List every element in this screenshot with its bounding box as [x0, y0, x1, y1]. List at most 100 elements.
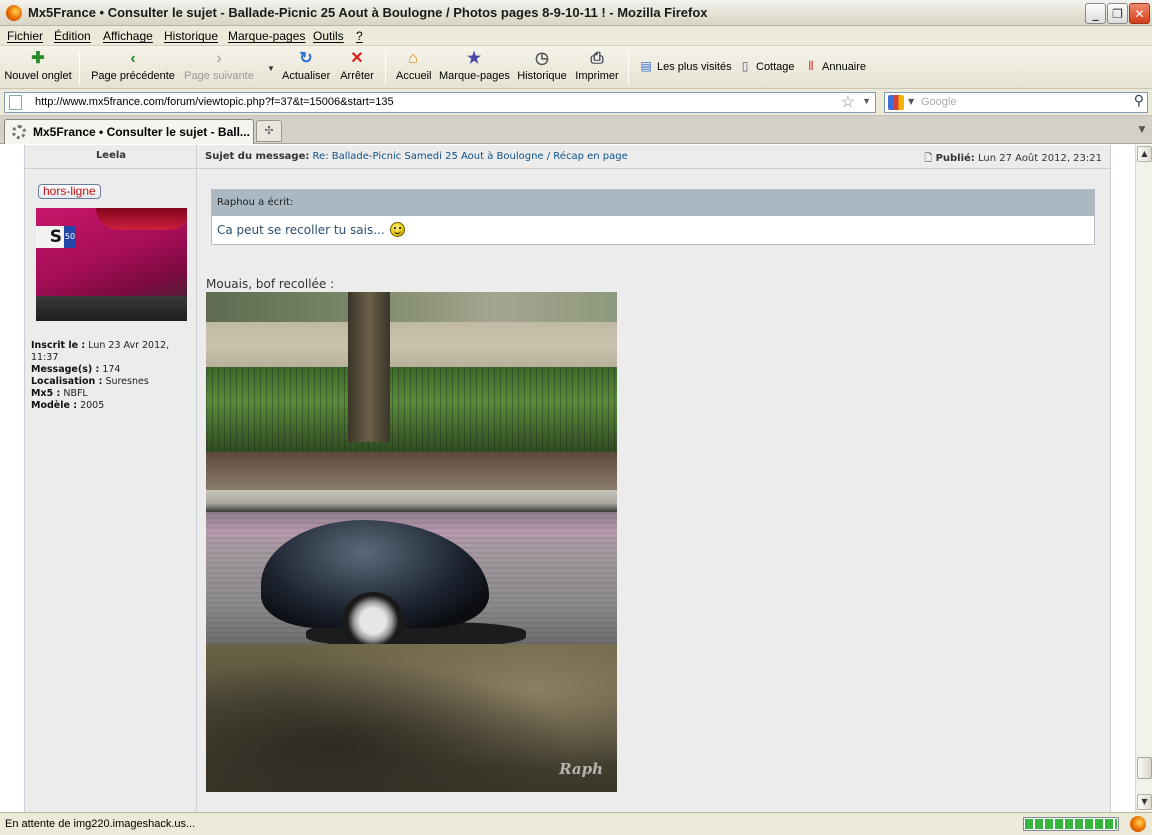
profile-location: Localisation : Suresnes — [31, 376, 149, 387]
forum-post: Leela hors-ligne S 50 Inscrit le : Lun 2… — [24, 145, 1111, 812]
avatar-plate-number: 50 — [64, 226, 76, 248]
quote-body: Ca peut se recoller tu sais... — [212, 216, 1094, 243]
page-content: Leela hors-ligne S 50 Inscrit le : Lun 2… — [0, 145, 1135, 812]
bookmarks-button[interactable]: ★ Marque-pages — [439, 50, 510, 86]
menu-help[interactable]: ? — [356, 29, 363, 43]
published-label: Publié: — [935, 153, 975, 164]
post-body-text: Mouais, bof recollée : — [206, 277, 335, 291]
home-button[interactable]: ⌂ Accueil — [396, 50, 432, 86]
subject-label: Sujet du message: — [205, 151, 310, 162]
new-tab-button[interactable]: ✚ Nouvel onglet — [4, 50, 72, 86]
post-date: 🗋 Publié: Lun 27 Août 2012, 23:21 — [924, 151, 1102, 168]
post-author-name[interactable]: Leela — [25, 145, 197, 169]
profile-mx5: Mx5 : NBFL — [31, 388, 88, 399]
quote-text: Ca peut se recoller tu sais... — [217, 222, 385, 237]
reload-icon: ↻ — [299, 50, 313, 67]
tab-mx5france[interactable]: Mx5France • Consulter le sujet - Ball... — [4, 119, 254, 144]
tab-list-dropdown-icon[interactable]: ▼ — [1135, 121, 1149, 139]
avatar-plate: S — [36, 226, 64, 248]
navigation-toolbar: ✚ Nouvel onglet ‹ Page précédente › Page… — [0, 46, 1152, 89]
post-photo[interactable]: Raph — [206, 292, 617, 792]
photo-trees — [206, 292, 617, 322]
firefox-icon — [6, 5, 22, 21]
most-visited-icon: ▤ — [640, 59, 652, 73]
post-page-icon[interactable]: 🗋 — [924, 153, 932, 164]
printer-icon: ⎙ — [590, 50, 604, 67]
post-header: Sujet du message: Re: Ballade-Picnic Sam… — [197, 145, 1110, 169]
url-dropdown-icon[interactable]: ▼ — [862, 96, 871, 106]
address-bar-row: http://www.mx5france.com/forum/viewtopic… — [0, 89, 1152, 116]
avatar-bumper — [36, 296, 187, 321]
published-date: Lun 27 Août 2012, 23:21 — [978, 153, 1102, 164]
photo-watermark: Raph — [559, 760, 603, 778]
scroll-down-icon[interactable]: ▼ — [1137, 794, 1152, 810]
bookmark-most-visited[interactable]: ▤ Les plus visités — [639, 59, 731, 74]
avatar: S 50 — [36, 208, 187, 321]
photo-field — [206, 322, 617, 370]
menu-affichage[interactable]: Affichage — [103, 29, 153, 43]
tab-label: Mx5France • Consulter le sujet - Ball... — [33, 125, 250, 139]
subject-link[interactable]: Re: Ballade-Picnic Samedi 25 Aout à Boul… — [313, 151, 628, 162]
stop-button[interactable]: ✕ Arrêter — [339, 50, 375, 86]
post-subject: Sujet du message: Re: Ballade-Picnic Sam… — [205, 151, 628, 162]
stop-icon: ✕ — [350, 50, 364, 67]
history-label: Historique — [517, 70, 567, 82]
reload-label: Actualiser — [282, 70, 331, 82]
menu-outils[interactable]: Outils — [313, 29, 344, 43]
back-arrow-icon: ‹ — [130, 50, 136, 67]
google-icon[interactable] — [888, 95, 904, 110]
search-icon[interactable]: ⚲ — [1134, 93, 1144, 109]
photo-dirt — [206, 452, 617, 490]
menu-fichier[interactable]: Fichier — [7, 29, 43, 43]
search-field[interactable]: ▼ Google ⚲ — [884, 92, 1148, 113]
bookmark-annuaire[interactable]: ⫴ Annuaire — [804, 59, 866, 74]
url-field[interactable]: http://www.mx5france.com/forum/viewtopic… — [4, 92, 876, 113]
window-title: Mx5France • Consulter le sujet - Ballade… — [28, 5, 708, 20]
profile-registered: Inscrit le : Lun 23 Avr 2012, 11:37 — [31, 340, 170, 363]
bookmark-cottage[interactable]: ▯ Cottage — [738, 59, 795, 74]
search-engine-dropdown-icon[interactable]: ▼ — [908, 97, 914, 106]
menu-historique[interactable]: Historique — [164, 29, 218, 43]
home-label: Accueil — [396, 70, 432, 82]
maximize-button[interactable]: ❐ — [1107, 3, 1128, 24]
bookmark-star-icon[interactable]: ☆ — [841, 92, 855, 112]
history-clock-icon: ◷ — [535, 50, 549, 67]
new-tab-icon: ✚ — [31, 50, 45, 67]
firefox-status-icon — [1130, 816, 1146, 832]
minimize-button[interactable]: _ — [1085, 3, 1106, 24]
new-tab-plus-icon[interactable]: ✣ — [256, 120, 282, 142]
menu-edition[interactable]: Édition — [54, 29, 91, 43]
history-dropdown[interactable]: ▼ — [262, 50, 275, 86]
vertical-scrollbar[interactable]: ▲ ▼ — [1135, 145, 1152, 812]
page-icon — [9, 95, 22, 110]
status-bar: En attente de img220.imageshack.us... — [0, 812, 1152, 835]
menu-marque-pages[interactable]: Marque-pages — [228, 29, 305, 43]
bookmark-label: Cottage — [756, 60, 795, 73]
profile-model: Modèle : 2005 — [31, 400, 105, 411]
scroll-up-icon[interactable]: ▲ — [1137, 146, 1152, 162]
back-button[interactable]: ‹ Page précédente — [91, 50, 175, 86]
profile-messages: Message(s) : 174 — [31, 364, 121, 375]
avatar-taillight — [96, 208, 187, 230]
photo-grass — [206, 644, 617, 792]
status-text: En attente de img220.imageshack.us... — [5, 818, 196, 830]
close-button[interactable]: ✕ — [1129, 3, 1150, 24]
bookmarks-label: Marque-pages — [439, 70, 510, 82]
search-placeholder: Google — [921, 96, 957, 108]
new-tab-label: Nouvel onglet — [4, 70, 72, 82]
quote-box: Raphou a écrit: Ca peut se recoller tu s… — [211, 189, 1095, 245]
scroll-thumb[interactable] — [1137, 757, 1152, 779]
photo-wheel — [342, 592, 404, 650]
tab-bar: Mx5France • Consulter le sujet - Ball...… — [0, 116, 1152, 144]
reload-button[interactable]: ↻ Actualiser — [282, 50, 330, 86]
bookmarks-icon: ★ — [466, 50, 482, 67]
loading-spinner-icon — [12, 125, 26, 139]
print-button[interactable]: ⎙ Imprimer — [575, 50, 619, 86]
quote-author: Raphou a écrit: — [212, 190, 1094, 216]
annuaire-icon: ⫴ — [808, 59, 814, 73]
forward-button[interactable]: › Page suivante — [183, 50, 255, 86]
post-author-column: Leela hors-ligne S 50 Inscrit le : Lun 2… — [25, 145, 197, 812]
history-button[interactable]: ◷ Historique — [517, 50, 567, 86]
smiley-icon — [389, 222, 405, 237]
progress-fill — [1025, 819, 1117, 829]
